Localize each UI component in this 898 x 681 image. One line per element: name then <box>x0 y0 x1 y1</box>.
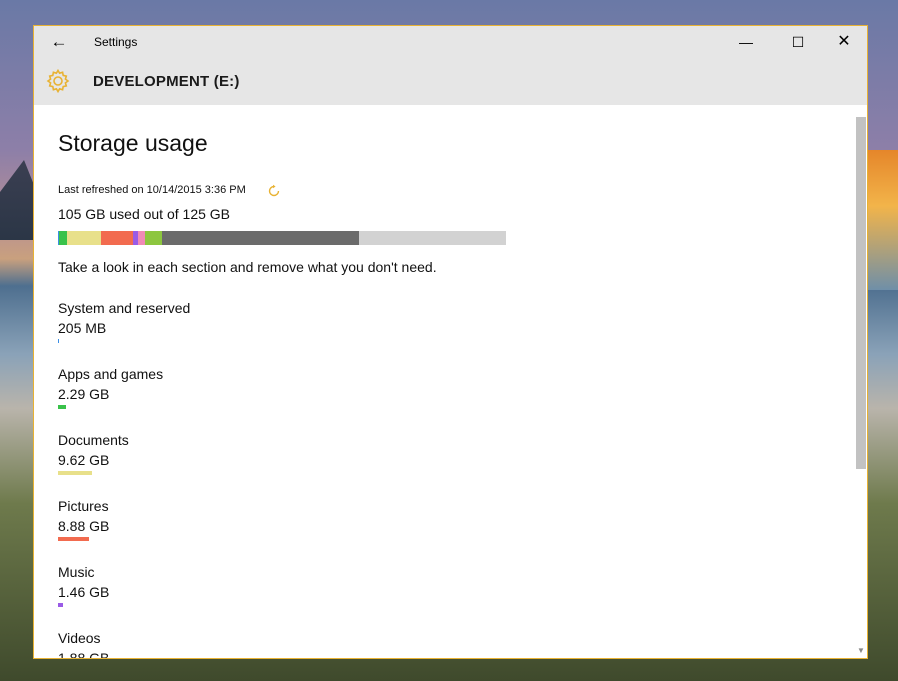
usage-segment <box>138 231 145 245</box>
category-name: Documents <box>58 432 129 448</box>
usage-segment <box>101 231 133 245</box>
minimize-button[interactable]: — <box>734 30 758 54</box>
gear-icon <box>46 68 70 94</box>
category-size: 1.88 GB <box>58 650 110 658</box>
category-item[interactable]: Documents 9.62 GB <box>58 430 129 475</box>
settings-window: ← Settings — ☐ ✕ DEVELOPMENT (E:) Storag… <box>33 25 868 659</box>
refresh-icon[interactable] <box>267 184 281 198</box>
title-bar: ← Settings — ☐ ✕ <box>34 26 867 58</box>
storage-content: Storage usage Last refreshed on 10/14/20… <box>34 105 854 658</box>
page-header: DEVELOPMENT (E:) <box>34 58 867 105</box>
back-arrow-icon[interactable]: ← <box>48 32 70 52</box>
usage-segment <box>162 231 359 245</box>
category-item[interactable]: Music 1.46 GB <box>58 562 109 607</box>
category-item[interactable]: Pictures 8.88 GB <box>58 496 109 541</box>
category-name: Pictures <box>58 498 109 514</box>
close-button[interactable]: ✕ <box>832 30 856 54</box>
category-item[interactable]: Videos 1.88 GB <box>58 628 109 658</box>
last-refreshed-text: Last refreshed on 10/14/2015 3:36 PM <box>58 184 246 196</box>
category-name: Videos <box>58 630 101 646</box>
used-summary: 105 GB used out of 125 GB <box>58 206 231 222</box>
category-size: 9.62 GB <box>58 452 110 468</box>
storage-usage-bar <box>58 231 506 245</box>
maximize-button[interactable]: ☐ <box>786 30 810 54</box>
category-name: Apps and games <box>58 366 164 382</box>
category-bar <box>58 339 59 343</box>
category-name: Music <box>58 564 95 580</box>
hint-text: Take a look in each section and remove w… <box>58 259 437 275</box>
category-item[interactable]: System and reserved 205 MB <box>58 298 190 343</box>
usage-segment <box>145 231 162 245</box>
page-title: Storage usage <box>58 130 208 156</box>
category-size: 205 MB <box>58 320 107 336</box>
window-title: Settings <box>94 35 138 49</box>
category-name: System and reserved <box>58 300 191 316</box>
category-bar <box>58 603 63 607</box>
drive-title: DEVELOPMENT (E:) <box>93 73 240 90</box>
vertical-scrollbar[interactable]: ▼ <box>855 105 867 658</box>
category-size: 8.88 GB <box>58 518 110 534</box>
category-bar <box>58 537 89 541</box>
category-size: 2.29 GB <box>58 386 110 402</box>
category-bar <box>58 471 92 475</box>
category-item[interactable]: Apps and games 2.29 GB <box>58 364 163 409</box>
usage-segment <box>67 231 101 245</box>
scroll-down-icon[interactable]: ▼ <box>855 645 867 657</box>
scroll-thumb[interactable] <box>856 117 866 469</box>
usage-segment <box>59 231 67 245</box>
category-bar <box>58 405 66 409</box>
category-size: 1.46 GB <box>58 584 110 600</box>
